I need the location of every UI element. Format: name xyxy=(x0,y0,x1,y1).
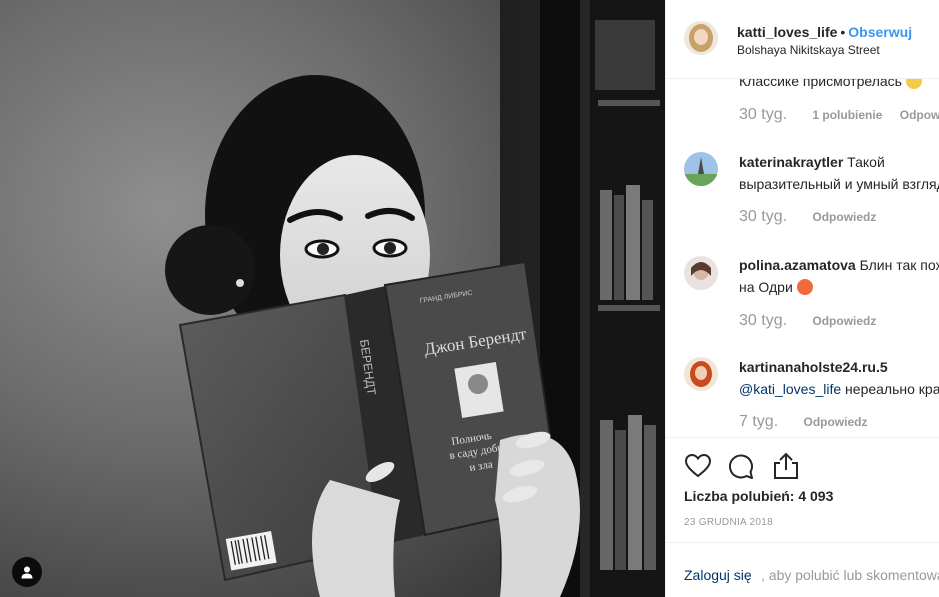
author-line: katti_loves_life • Obserwuj xyxy=(737,24,912,40)
login-link[interactable]: Zaloguj się xyxy=(684,567,752,583)
action-bar xyxy=(666,437,939,479)
comment-meta: 30 tyg. Odpowiedz xyxy=(739,208,890,226)
like-button[interactable] xyxy=(684,452,712,480)
heart-eyes-emoji-icon xyxy=(796,279,813,295)
comment-username[interactable]: polina.azamatova xyxy=(739,257,856,273)
tagged-users-button[interactable] xyxy=(12,557,42,587)
follow-button[interactable]: Obserwuj xyxy=(848,24,912,40)
separator-dot: • xyxy=(840,24,846,40)
comment-meta: 30 tyg. 1 polubienie Odpowiedz xyxy=(739,106,939,124)
reply-button[interactable]: Odpowiedz xyxy=(812,314,876,328)
author-avatar[interactable] xyxy=(684,21,718,55)
comment-text: polina.azamatova Блин так похожа на Одри xyxy=(739,257,939,295)
photo-image: ГРАНД ЛИБРИС Джон Берендт Полночь в саду… xyxy=(0,0,665,597)
commenter-avatar[interactable] xyxy=(684,152,718,186)
avatar-image xyxy=(684,357,718,391)
comment-username[interactable]: katerinakraytler xyxy=(739,154,843,170)
reply-button[interactable]: Odpowiedz xyxy=(900,108,939,122)
comment-time[interactable]: 30 tyg. xyxy=(739,208,787,225)
avatar-image xyxy=(684,152,718,186)
author-username[interactable]: katti_loves_life xyxy=(737,24,837,40)
comment-meta: 30 tyg. Odpowiedz xyxy=(739,312,890,330)
post-location[interactable]: Bolshaya Nikitskaya Street xyxy=(737,43,880,57)
avatar-image xyxy=(684,21,718,55)
commenter-avatar[interactable] xyxy=(684,357,718,391)
comment-text: katerinakraytler Такой выразительный и у… xyxy=(739,154,939,192)
post-date[interactable]: 23 GRUDNIA 2018 xyxy=(684,517,773,528)
post-sidebar: Классике присмотрелась 30 tyg. 1 polubie… xyxy=(665,0,939,597)
reply-button[interactable]: Odpowiedz xyxy=(812,210,876,224)
user-icon xyxy=(21,566,33,579)
likes-count[interactable]: Liczba polubień: 4 093 xyxy=(684,488,833,504)
comment-bubble-icon xyxy=(729,454,753,479)
commenter-avatar[interactable] xyxy=(684,256,718,290)
comment-time[interactable]: 7 tyg. xyxy=(739,413,778,430)
heart-icon xyxy=(684,453,712,478)
comment-button[interactable] xyxy=(726,452,754,480)
login-prompt-text: , aby polubić lub skomentować. xyxy=(761,567,939,583)
comment-meta: 7 tyg. Odpowiedz xyxy=(739,413,881,431)
avatar-image xyxy=(684,256,718,290)
comment-likes-count[interactable]: 1 polubienie xyxy=(812,108,882,122)
share-button[interactable] xyxy=(772,452,800,480)
reply-button[interactable]: Odpowiedz xyxy=(803,415,867,429)
post-photo[interactable]: ГРАНД ЛИБРИС Джон Берендт Полночь в саду… xyxy=(0,0,665,597)
comment-text: kartinanaholste24.ru.5 @kati_loves_life … xyxy=(739,359,939,397)
comment-username[interactable]: kartinanaholste24.ru.5 xyxy=(739,359,888,375)
share-upload-icon xyxy=(774,452,798,479)
login-prompt: Zaloguj się , aby polubić lub skomentowa… xyxy=(666,542,939,597)
comment-mention-link[interactable]: @kati_loves_life xyxy=(739,381,841,397)
comment-time[interactable]: 30 tyg. xyxy=(739,106,787,123)
post-header: katti_loves_life • Obserwuj Bolshaya Nikit… xyxy=(666,0,939,79)
comment-time[interactable]: 30 tyg. xyxy=(739,312,787,329)
